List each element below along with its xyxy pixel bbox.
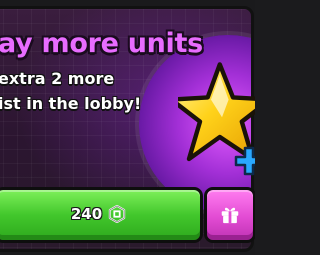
- buy-button[interactable]: 240: [0, 187, 203, 243]
- price-label: 240: [70, 205, 103, 223]
- screen: ay more units extra 2 more ist in the lo…: [0, 0, 255, 255]
- plus-icon: [234, 146, 255, 176]
- gift-icon: [221, 207, 239, 223]
- description-line-1: extra 2 more: [0, 69, 115, 88]
- popup-title: ay more units: [0, 28, 203, 59]
- gift-button[interactable]: [204, 187, 255, 243]
- description-line-2: ist in the lobby!: [0, 94, 142, 113]
- popup-description: extra 2 more ist in the lobby!: [0, 66, 141, 116]
- robux-coin-icon: [108, 205, 126, 223]
